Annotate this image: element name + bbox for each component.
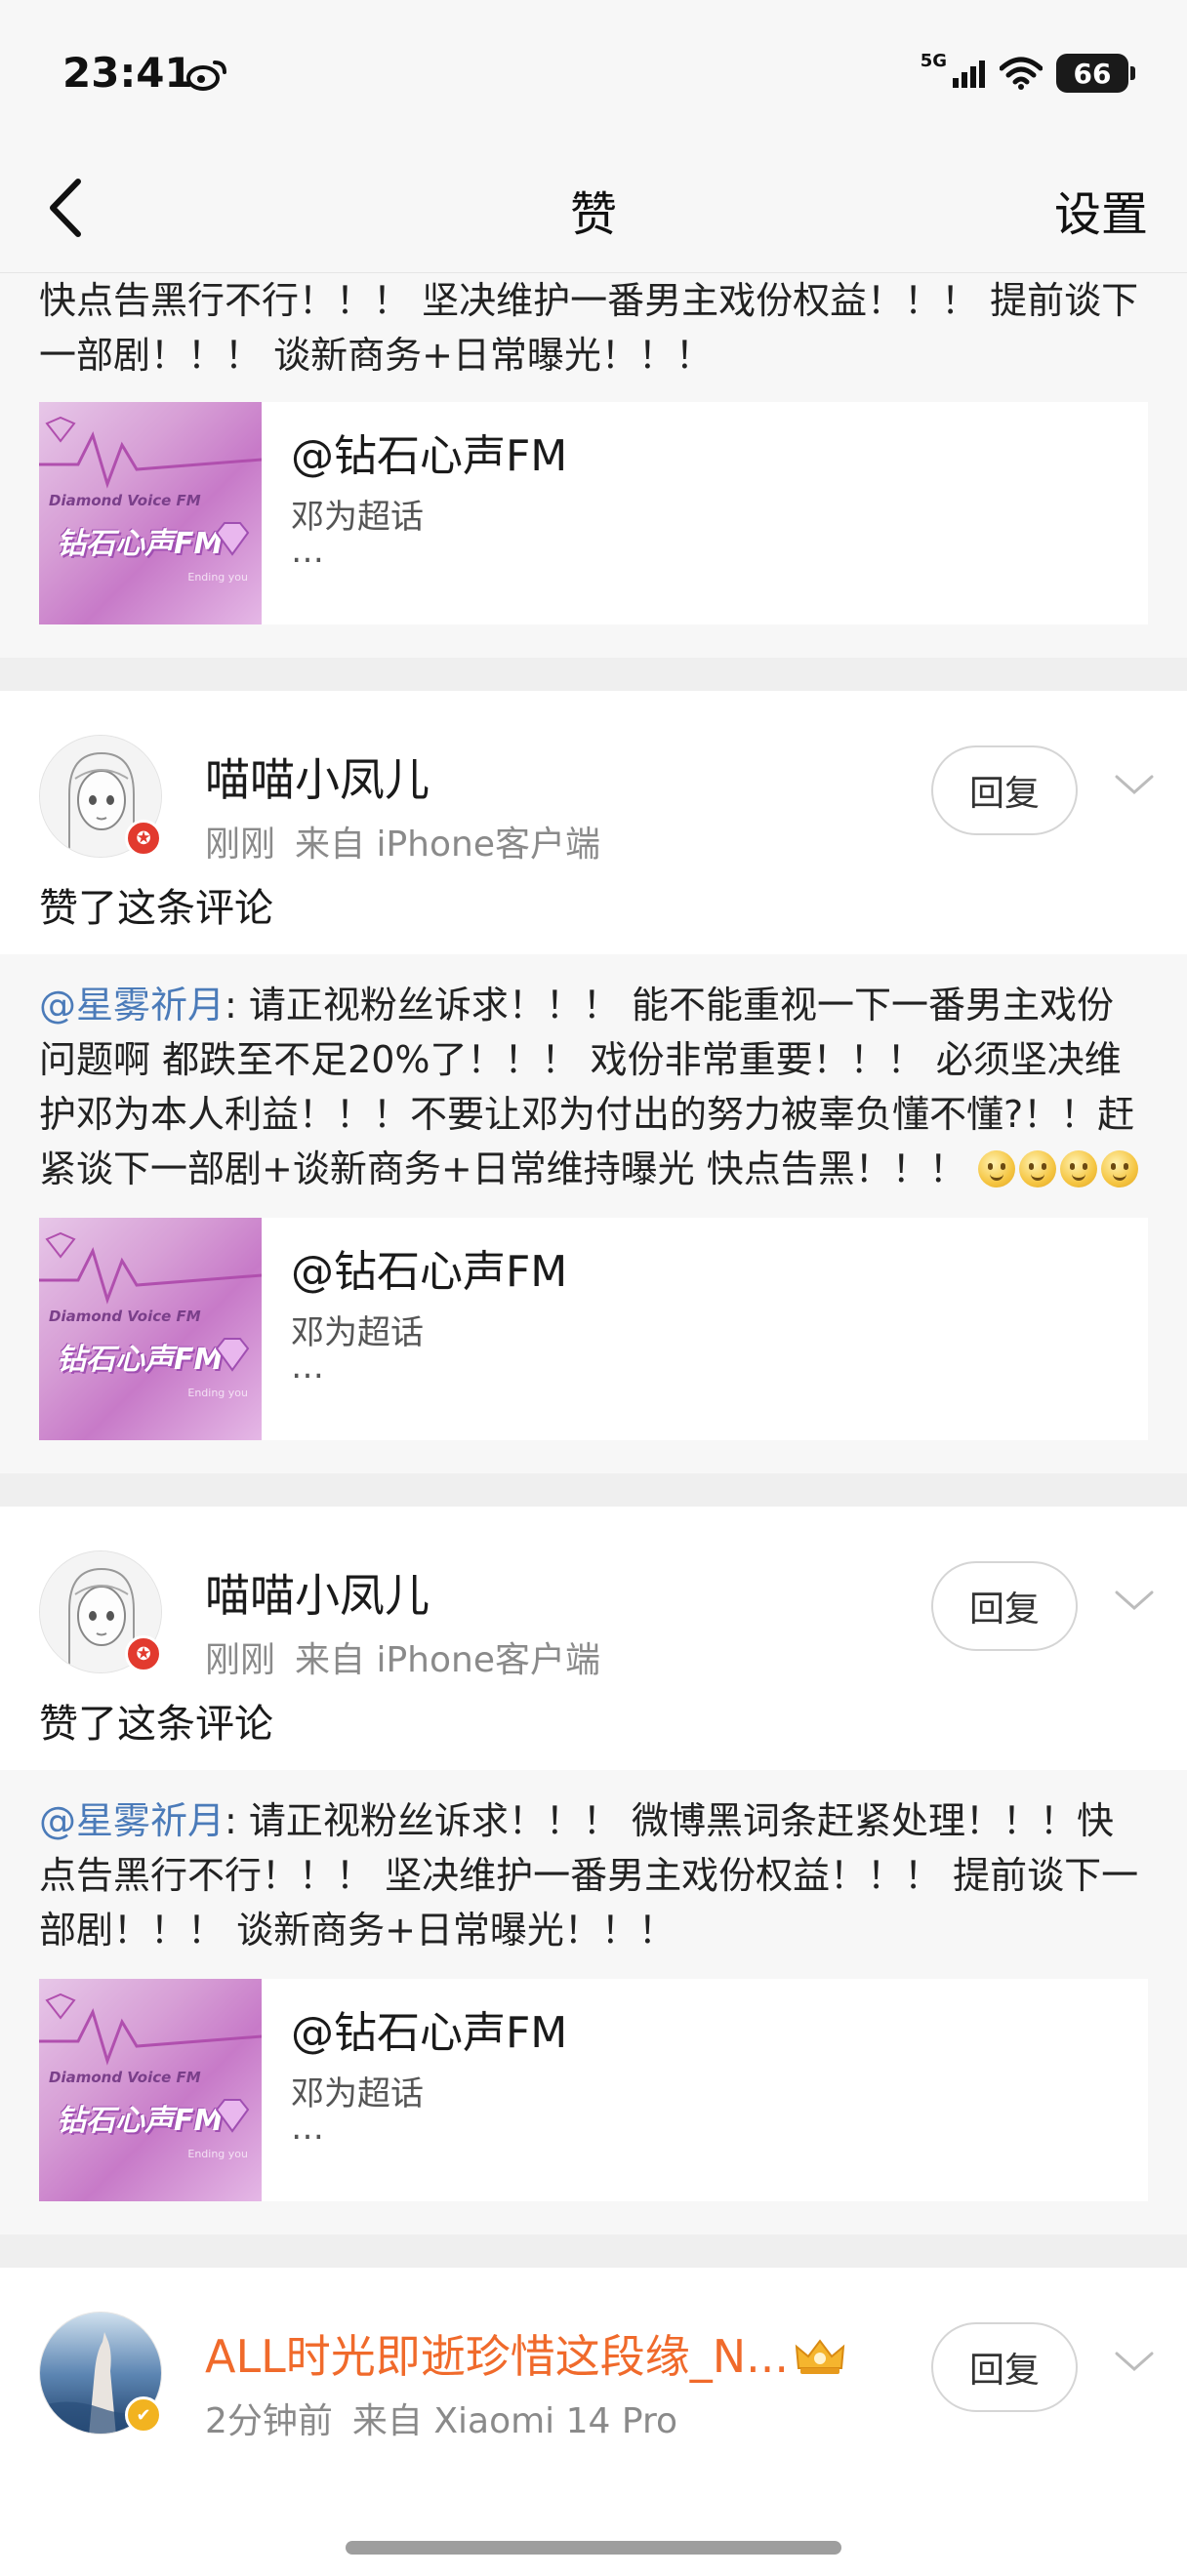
card-ellipsis: … (291, 1348, 324, 1387)
card-ellipsis: … (291, 532, 324, 571)
quoted-comment[interactable]: @星雾祈月: 请正视粉丝诉求！！！ 微博黑词条赶紧处理！！！快点告黑行不行！！！… (0, 1770, 1187, 2234)
divider (0, 658, 1187, 691)
heartbeat-line-graphic (39, 416, 262, 489)
card-thumbnail: Diamond Voice FM 钻石心声FM Ending you (39, 1979, 262, 2201)
quoted-comment-text: 快点告黑行不行！！！ 坚决维护一番男主戏份权益！！！ 提前谈下一部剧！！！ 谈新… (39, 279, 1139, 377)
card-title: @钻石心声FM (291, 431, 568, 481)
post-time: 2分钟前 (205, 2401, 333, 2441)
like-notification: ✪ 喵喵小凤儿 刚刚 来自 iPhone客户端 回复 赞了这条评论 @星雾祈月: … (0, 1507, 1187, 2234)
quoted-comment-text: @星雾祈月: 请正视粉丝诉求！！！ 能不能重视一下一番男主戏份问题啊 都跌至不足… (39, 978, 1148, 1196)
thumb-en-label: Diamond Voice FM (49, 1308, 201, 1325)
user-name[interactable]: 喵喵小凤儿 (205, 1560, 430, 1625)
thumb-cn-label: 钻石心声FM (57, 2104, 224, 2138)
user-name[interactable]: 喵喵小凤儿 (205, 745, 430, 809)
page-title: 赞 (569, 187, 617, 242)
smile-emoji-icon (977, 1150, 1015, 1187)
thumb-small-label: Ending you (187, 1387, 248, 1399)
reply-button[interactable]: 回复 (931, 745, 1078, 835)
chevron-down-icon[interactable] (1111, 1581, 1158, 1620)
battery-indicator: 66 (1056, 54, 1135, 93)
linked-card[interactable]: Diamond Voice FM 钻石心声FM Ending you @钻石心声… (39, 1218, 1148, 1440)
card-thumbnail: Diamond Voice FM 钻石心声FM Ending you (39, 402, 262, 624)
diamond-icon (215, 2099, 250, 2133)
card-ellipsis: … (291, 2109, 324, 2148)
post-source: 来自 Xiaomi 14 Pro (351, 2401, 677, 2441)
status-indicators: 5G 66 (920, 51, 1135, 96)
like-notification: ✪ 喵喵小凤儿 刚刚 来自 iPhone客户端 回复 赞了这条评论 @星雾祈月: … (0, 691, 1187, 1473)
settings-button[interactable]: 设置 (1054, 176, 1148, 244)
verified-badge-icon: ✪ (125, 820, 162, 857)
chevron-down-icon[interactable] (1111, 2342, 1158, 2381)
action-text: 赞了这条评论 (0, 1682, 1187, 1770)
thumb-cn-label: 钻石心声FM (57, 527, 224, 561)
diamond-icon (215, 1338, 250, 1372)
post-time: 刚刚 (205, 825, 276, 865)
reply-button[interactable]: 回复 (931, 1561, 1078, 1651)
wifi-icon (1000, 57, 1043, 90)
divider (0, 1473, 1187, 1507)
thumb-en-label: Diamond Voice FM (49, 492, 201, 509)
post-meta: 刚刚 来自 iPhone客户端 (205, 816, 600, 866)
card-subtitle: 邓为超话 (291, 1313, 424, 1352)
card-subtitle: 邓为超话 (291, 498, 424, 537)
diamond-icon (215, 522, 250, 556)
divider (0, 2234, 1187, 2268)
post-meta: 2分钟前 来自 Xiaomi 14 Pro (205, 2393, 677, 2443)
verified-badge-icon: ✪ (125, 1635, 162, 1672)
status-time: 23:41 (62, 49, 193, 97)
action-text: 赞了这条评论 (0, 866, 1187, 954)
quoted-comment[interactable]: @星雾祈月: 请正视粉丝诉求！！！ 能不能重视一下一番男主戏份问题啊 都跌至不足… (0, 954, 1187, 1473)
likes-feed: 快点告黑行不行！！！ 坚决维护一番男主戏份权益！！！ 提前谈下一部剧！！！ 谈新… (0, 273, 1187, 2443)
quoted-comment-text: @星雾祈月: 请正视粉丝诉求！！！ 微博黑词条赶紧处理！！！快点告黑行不行！！！… (39, 1793, 1148, 1957)
linked-card[interactable]: Diamond Voice FM 钻石心声FM Ending you @钻石心声… (39, 402, 1148, 624)
mention-link[interactable]: @星雾祈月 (39, 984, 225, 1026)
card-thumbnail: Diamond Voice FM 钻石心声FM Ending you (39, 1218, 262, 1440)
user-name[interactable]: ALL时光即逝珍惜这段缘_N... (205, 2321, 847, 2386)
card-subtitle: 邓为超话 (291, 2074, 424, 2113)
home-indicator[interactable] (346, 2541, 841, 2555)
nav-bar: 赞 设置 (0, 146, 1187, 273)
chevron-down-icon[interactable] (1111, 765, 1158, 804)
smile-emoji-icon (1100, 1150, 1138, 1187)
card-title: @钻石心声FM (291, 2008, 568, 2058)
status-bar: 23:41 5G 66 (0, 0, 1187, 146)
smile-emoji-icon (1059, 1150, 1097, 1187)
post-meta: 刚刚 来自 iPhone客户端 (205, 1631, 600, 1682)
back-arrow-icon[interactable] (39, 174, 94, 242)
thumb-small-label: Ending you (187, 2148, 248, 2160)
user-name-text: ALL时光即逝珍惜这段缘_N... (205, 2330, 789, 2383)
network-type: 5G (920, 51, 947, 71)
weibo-icon (186, 60, 226, 91)
crown-icon (795, 2339, 845, 2374)
reply-button[interactable]: 回复 (931, 2322, 1078, 2412)
thumb-cn-label: 钻石心声FM (57, 1343, 224, 1377)
heartbeat-line-graphic (39, 1231, 262, 1305)
signal-icon (953, 60, 985, 88)
verified-badge-icon: ✔ (125, 2396, 162, 2434)
smile-emoji-icon (1018, 1150, 1056, 1187)
like-notification: ✔ ALL时光即逝珍惜这段缘_N... 2分钟前 来自 Xiaomi 14 Pro… (0, 2268, 1187, 2443)
linked-card[interactable]: Diamond Voice FM 钻石心声FM Ending you @钻石心声… (39, 1979, 1148, 2201)
thumb-small-label: Ending you (187, 571, 248, 584)
heartbeat-line-graphic (39, 1992, 262, 2066)
quoted-comment[interactable]: 快点告黑行不行！！！ 坚决维护一番男主戏份权益！！！ 提前谈下一部剧！！！ 谈新… (0, 273, 1187, 658)
post-source: 来自 iPhone客户端 (295, 825, 600, 865)
thumb-en-label: Diamond Voice FM (49, 2069, 201, 2086)
card-title: @钻石心声FM (291, 1247, 568, 1297)
mention-link[interactable]: @星雾祈月 (39, 1799, 225, 1842)
post-time: 刚刚 (205, 1640, 276, 1680)
post-source: 来自 iPhone客户端 (295, 1640, 600, 1680)
